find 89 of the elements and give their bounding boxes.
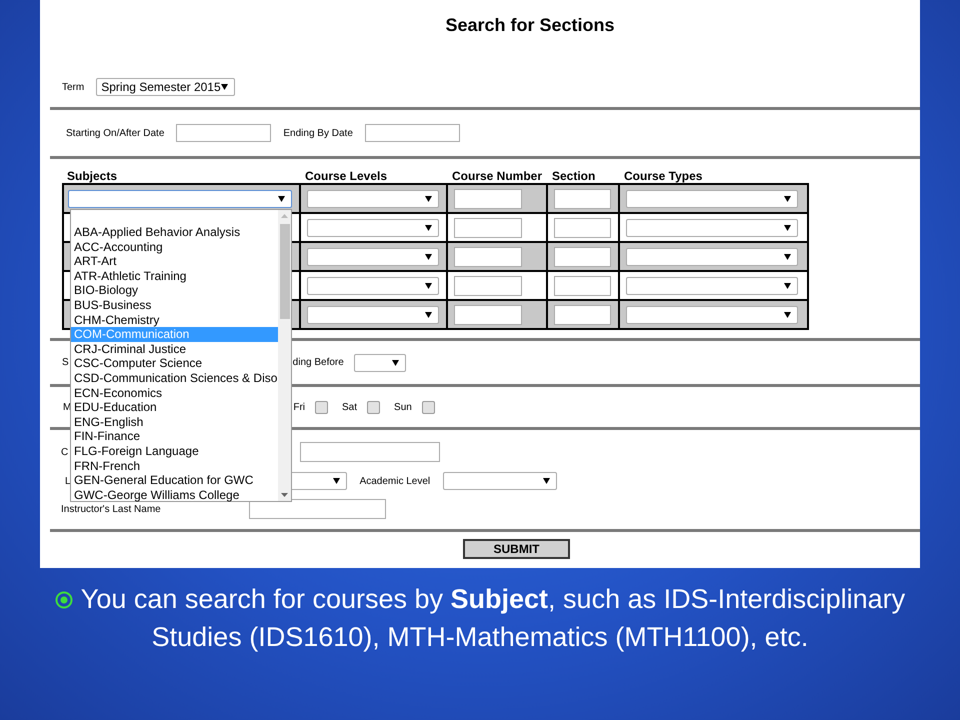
date-field[interactable] xyxy=(364,124,460,142)
day-label: Sun xyxy=(394,402,412,412)
day-label: Fri xyxy=(293,402,306,412)
dropdown-option[interactable]: EDU-Education xyxy=(71,400,278,415)
course-level-dropdown[interactable] xyxy=(307,218,439,236)
date-field[interactable] xyxy=(176,124,272,142)
caret-icon xyxy=(425,312,432,318)
dropdown-option[interactable]: CSC-Computer Science xyxy=(71,356,278,371)
course-level-dropdown[interactable] xyxy=(307,248,439,266)
keyword-field[interactable] xyxy=(300,442,440,462)
scrollbar-thumb[interactable] xyxy=(280,224,290,319)
scrollbar[interactable] xyxy=(278,210,291,501)
section-field[interactable] xyxy=(554,218,611,238)
caret-icon xyxy=(221,84,228,90)
academic-level-label: Academic Level xyxy=(360,476,430,486)
level-label: L xyxy=(65,476,71,486)
term-label: Term xyxy=(62,82,84,92)
dropdown-option[interactable]: BIO-Biology xyxy=(71,283,278,298)
caret-icon xyxy=(784,282,791,288)
day-checkbox[interactable] xyxy=(367,400,380,414)
keyword-label: C xyxy=(61,446,68,458)
caret-icon xyxy=(784,312,791,318)
dropdown-option[interactable]: ENG-English xyxy=(71,414,278,430)
column-header: Subjects xyxy=(66,169,118,183)
instructor-field[interactable] xyxy=(248,499,386,519)
page-title: Search for Sections xyxy=(444,14,616,36)
date-label: Starting On/After Date xyxy=(66,128,164,138)
course-type-dropdown[interactable] xyxy=(626,218,798,236)
date-label: Ending By Date xyxy=(283,128,353,138)
term-dropdown[interactable]: Spring Semester 2015 xyxy=(96,78,236,96)
caret-icon xyxy=(425,224,432,230)
day-checkbox[interactable] xyxy=(422,400,435,414)
course-number-field[interactable] xyxy=(454,188,522,208)
instructor-label: Instructor's Last Name xyxy=(61,504,161,514)
caret-icon xyxy=(278,196,285,202)
section-field[interactable] xyxy=(554,188,611,208)
course-level-dropdown[interactable] xyxy=(307,190,439,208)
dropdown-option[interactable]: GWC-George Williams College xyxy=(71,488,278,502)
course-type-dropdown[interactable] xyxy=(626,276,798,294)
column-header: Course Types xyxy=(623,169,704,183)
column-header: Course Levels xyxy=(304,169,388,183)
caret-icon xyxy=(784,224,791,230)
dropdown-option[interactable]: ATR-Athletic Training xyxy=(71,268,278,284)
section-field[interactable] xyxy=(554,246,611,266)
course-level-dropdown[interactable] xyxy=(307,276,439,294)
course-number-field[interactable] xyxy=(454,276,522,296)
section-field[interactable] xyxy=(554,276,611,296)
course-number-field[interactable] xyxy=(454,304,522,324)
course-type-dropdown[interactable] xyxy=(626,306,798,324)
caret-icon xyxy=(784,196,791,202)
caption-text: You can search for courses by Subject, such as IDS-Interdisciplinary Studies (IDS1610), MTH-Mathematics (MTH1100), etc. xyxy=(50,580,910,656)
caret-icon xyxy=(784,254,791,260)
scroll-up-icon[interactable] xyxy=(281,214,288,218)
ending-before-dropdown[interactable] xyxy=(354,354,406,372)
day-checkbox[interactable] xyxy=(315,400,328,414)
dropdown-option[interactable]: FLG-Foreign Language xyxy=(71,444,278,458)
course-type-dropdown[interactable] xyxy=(626,248,798,266)
scroll-down-icon[interactable] xyxy=(281,493,288,497)
dropdown-option[interactable]: CRJ-Criminal Justice xyxy=(71,342,278,356)
dropdown-option[interactable]: BUS-Business xyxy=(71,298,278,313)
dropdown-option[interactable]: ART-Art xyxy=(71,254,278,269)
course-number-field[interactable] xyxy=(454,218,522,238)
submit-button[interactable]: SUBMIT xyxy=(463,538,570,558)
dropdown-option[interactable]: ABA-Applied Behavior Analysis xyxy=(71,225,278,240)
subject-dropdown[interactable] xyxy=(68,190,292,208)
time-label: S xyxy=(62,357,69,368)
dropdown-option[interactable]: ACC-Accounting xyxy=(71,240,278,254)
caret-icon xyxy=(425,196,432,202)
dropdown-option[interactable]: GEN-General Education for GWC xyxy=(71,473,278,488)
column-header: Course Number xyxy=(451,169,544,183)
bullet-icon xyxy=(54,591,73,609)
course-type-dropdown[interactable] xyxy=(626,190,798,208)
caret-icon xyxy=(425,254,432,260)
dropdown-option[interactable]: CSD-Communication Sciences & Diso xyxy=(71,370,278,386)
course-number-field[interactable] xyxy=(454,246,522,266)
dropdown-option[interactable]: ECN-Economics xyxy=(71,386,278,400)
course-level-dropdown[interactable] xyxy=(307,306,439,324)
caret-icon xyxy=(425,282,432,288)
caret-icon xyxy=(332,478,340,484)
column-header: Section xyxy=(551,169,596,183)
dropdown-option[interactable]: FIN-Finance xyxy=(71,429,278,444)
academic-level-dropdown[interactable] xyxy=(443,472,558,490)
dropdown-option[interactable]: FRN-French xyxy=(71,458,278,474)
section-field[interactable] xyxy=(554,304,611,324)
day-label: Sat xyxy=(342,402,358,412)
dropdown-option[interactable]: CHM-Chemistry xyxy=(71,312,278,328)
caret-icon xyxy=(543,478,550,484)
ending-before-label: ding Before xyxy=(292,357,344,368)
caret-icon xyxy=(392,360,399,366)
